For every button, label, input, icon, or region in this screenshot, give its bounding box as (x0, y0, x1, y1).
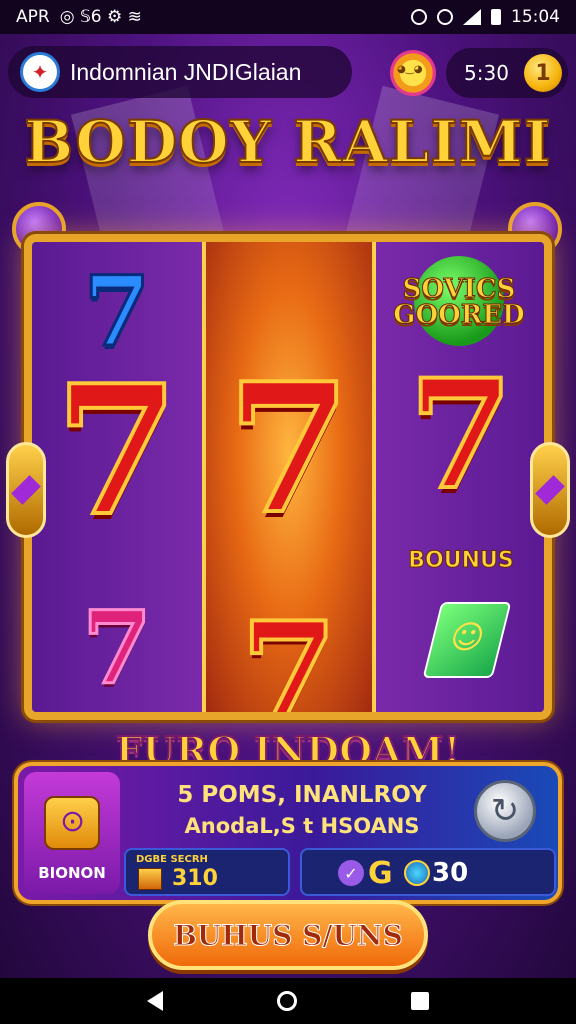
carrier-label: APR (16, 7, 50, 27)
title-pill[interactable]: ✦ Indomnian JNDIGlaian (8, 46, 352, 98)
refresh-icon: ↻ (490, 791, 520, 831)
wifi-icon (437, 9, 453, 25)
bonus-label: BIONON (38, 864, 106, 882)
game-logo: BODOY RALIMI (23, 107, 552, 177)
bluetooth-icon (411, 9, 427, 25)
stat2-label: G (368, 856, 393, 891)
game-stage: ✦ Indomnian JNDIGlaian 5:30 1 BODOY RALI… (0, 34, 576, 978)
balance-timer: 5:30 (464, 61, 509, 85)
app-title: Indomnian JNDIGlaian (70, 58, 302, 85)
stat2-value: 30 (432, 858, 469, 888)
battery-icon (491, 9, 501, 25)
bonus-sign: SOVICS GOORED (380, 274, 538, 330)
bonus-bag-icon (44, 796, 100, 850)
game-header: ✦ Indomnian JNDIGlaian 5:30 1 (8, 44, 568, 100)
clock: 15:04 (511, 7, 560, 27)
info-line-1: 5 POMS, INANLROY (177, 782, 427, 808)
gem-coin-icon (404, 860, 430, 886)
check-icon: ✓ (338, 860, 364, 886)
home-icon[interactable] (277, 991, 297, 1011)
stat1-value: 310 (172, 866, 218, 891)
info-panel: BIONON 5 POMS, INANLROY AnodaL,S t HSOAN… (14, 762, 562, 904)
stat1-caption: DGBE SECRH (136, 854, 208, 865)
flower-mascot-icon[interactable] (390, 50, 436, 96)
bonus-sign-line1: SOVICS (402, 274, 516, 304)
cube-icon (138, 868, 162, 890)
app-logo-icon: ✦ (20, 52, 60, 92)
status-notification-icons: ◎ 𝕊6 ⚙ ≋ (59, 7, 142, 27)
recent-apps-icon[interactable] (411, 992, 429, 1010)
red-seven-symbol: 7 (239, 591, 339, 720)
info-line-2: AnodaL,S t HSOANS (184, 814, 420, 838)
navigation-bar (0, 978, 576, 1024)
pink-seven-symbol: 7 (81, 589, 154, 707)
right-arrow-gem-icon[interactable] (530, 442, 570, 538)
spin-button[interactable]: BUHUS S/UNS (148, 900, 428, 970)
reel-2: 7 7 (202, 242, 376, 712)
red-seven-symbol: 7 (53, 346, 181, 555)
red-seven-symbol: 7 (225, 344, 353, 553)
stat-box-2: ✓ G 30 (300, 848, 556, 896)
reel-frame: 7 7 7 7 7 SOVICS GOORED 7 BOUNUS (24, 234, 552, 720)
back-icon[interactable] (147, 991, 163, 1011)
signal-icon (463, 9, 481, 25)
bonus-sign-line2: GOORED (393, 300, 525, 330)
reel-3: SOVICS GOORED 7 BOUNUS (376, 242, 544, 712)
refresh-button[interactable]: ↻ (474, 780, 536, 842)
coin-icon: 1 (524, 54, 562, 92)
bonus-box[interactable]: BIONON (24, 772, 120, 894)
wild-card-icon (422, 602, 512, 678)
bonus-word: BOUNUS (408, 548, 514, 574)
stat-box-1: DGBE SECRH 310 (124, 848, 290, 896)
left-arrow-gem-icon[interactable] (6, 442, 46, 538)
red-seven-symbol: 7 (407, 347, 515, 523)
status-bar: APR ◎ 𝕊6 ⚙ ≋ 15:04 (0, 0, 576, 34)
balance-pill[interactable]: 5:30 1 (446, 48, 568, 98)
reel-1: 7 7 7 (32, 242, 202, 712)
